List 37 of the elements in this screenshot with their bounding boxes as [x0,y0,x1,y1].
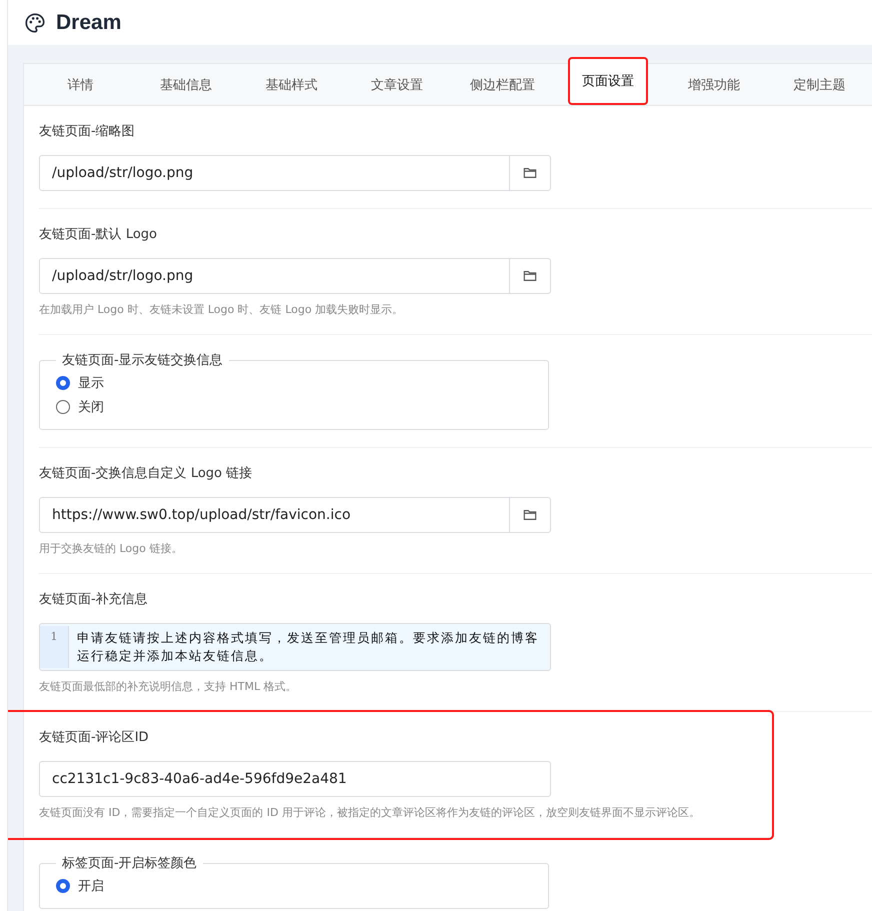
radio-button[interactable] [56,879,70,893]
folder-icon [523,166,537,180]
option-label[interactable]: 关闭 [78,398,104,416]
input-field[interactable]: /upload/str/logo.png [39,258,551,294]
field-hint: 友链页面没有 ID，需要指定一个自定义页面的 ID 用于评论，被指定的文章评论区将作为友链的评论区，放空则友链界面不显示评论区。 [39,805,701,820]
field-hint: 友链页面最低部的补充说明信息，支持 HTML 格式。 [39,679,298,694]
tab[interactable]: 侧边栏配置 [450,67,556,103]
palette-icon [24,12,46,34]
field-hint: 在加载用户 Logo 时、友链未设置 Logo 时、友链 Logo 加载失败时显示。 [39,302,404,317]
tab[interactable]: 页面设置 [570,59,646,103]
field-label: 友链页面-补充信息 [39,591,149,608]
radio-button[interactable] [56,400,70,414]
field-label: 友链页面-评论区ID [39,729,150,746]
code-editor[interactable]: 1 申请友链请按上述内容格式填写，发送至管理员邮箱。要求添加友链的博客运行稳定并添加本站友链信息。 [39,623,551,671]
field-label: 友链页面-缩略图 [39,123,136,140]
field-label: 友链页面-显示友链交换信息 [61,352,224,369]
tab[interactable]: 详情 [28,67,134,103]
option-label[interactable]: 显示 [78,374,104,392]
folder-icon [523,508,537,522]
radio-button[interactable] [56,376,70,390]
code-line: 申请友链请按上述内容格式填写，发送至管理员邮箱。要求添加友链的博客运行稳定并添加本站友链信息。 [76,629,540,665]
line-number: 1 [40,626,69,668]
tab[interactable]: 文章设置 [344,67,450,103]
tab[interactable]: 定制主题 [766,67,872,103]
field-label: 友链页面-默认 Logo [39,226,158,243]
page-title: Dream [56,10,122,34]
input-field[interactable]: https://www.sw0.top/upload/str/favicon.ico [39,497,551,533]
folder-icon [523,269,537,283]
tab[interactable]: 基础信息 [133,67,239,103]
input-field[interactable]: cc2131c1-9c83-40a6-ad4e-596fd9e2a481 [39,761,551,797]
field-hint: 用于交换友链的 Logo 链接。 [39,541,184,556]
tab[interactable]: 增强功能 [661,67,767,103]
input-field[interactable]: /upload/str/logo.png [39,155,551,191]
field-label: 友链页面-交换信息自定义 Logo 链接 [39,465,254,482]
option-label[interactable]: 开启 [78,877,104,895]
tab[interactable]: 基础样式 [238,67,344,103]
field-label: 标签页面-开启标签颜色 [61,855,198,872]
